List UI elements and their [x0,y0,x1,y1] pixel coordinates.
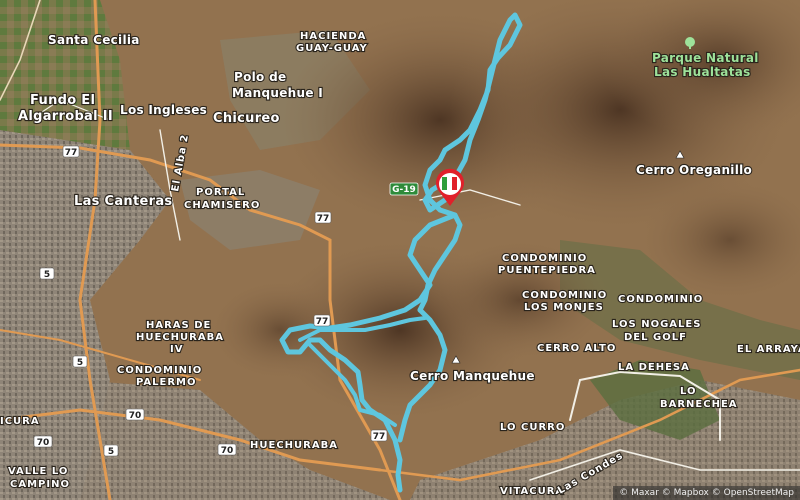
label-haras-de: HARAS DE [146,320,211,331]
label-manquehue-i: Manquehue I [232,86,323,100]
label-lo-barnechea-1: LO [680,386,697,397]
label-la-dehesa: LA DEHESA [618,362,690,373]
label-huechuraba: HUECHURABA [250,440,338,451]
label-hacienda: HACIENDA [300,31,366,42]
highway-shield-g19: G-19 [389,182,419,196]
label-vitacura: VITACURA [500,486,564,497]
label-valle-lo: VALLE LO [8,466,68,477]
svg-text:70: 70 [37,438,50,448]
svg-text:77: 77 [316,317,329,327]
label-chamisero: CHAMISERO [184,200,260,211]
label-lo-curro: LO CURRO [500,422,565,433]
label-condominio-los-nogales-1: CONDOMINIO [618,294,703,305]
svg-text:77: 77 [317,214,330,224]
highway-shield-77: 77 [313,314,331,327]
label-condominio-palermo-1: CONDOMINIO [117,365,202,376]
map-attribution[interactable]: © Maxar © Mapbox © OpenStreetMap [613,486,800,500]
label-chicureo: Chicureo [213,111,280,126]
label-icura: ICURA [0,416,40,427]
label-santa-cecilia: Santa Cecilia [48,33,140,47]
label-las-canteras: Las Canteras [74,194,172,209]
svg-text:5: 5 [44,270,50,280]
label-huechuraba-iv-1: HUECHURABA [136,332,224,343]
svg-text:G-19: G-19 [392,185,416,195]
highway-shield-70: 70 [217,443,237,456]
label-parque-natural: Parque Natural [652,51,759,65]
label-campino: CAMPINO [10,479,70,490]
svg-text:5: 5 [108,447,114,457]
highway-shield-77: 77 [62,145,80,158]
highway-shield-77: 77 [370,429,388,442]
label-palermo: PALERMO [136,377,197,388]
label-portal: PORTAL [196,187,245,198]
map-canvas[interactable]: 77 77 77 77 5 5 5 70 70 70 G-19 Santa Ce… [0,0,800,500]
highway-shield-5: 5 [39,267,55,280]
label-del-golf: DEL GOLF [624,332,687,343]
label-el-arrayan: EL ARRAYÁN [737,342,800,355]
label-las-hualtatas: Las Hualtatas [654,65,751,79]
svg-text:70: 70 [221,446,234,456]
label-puentepiedra: PUENTEPIEDRA [498,265,596,276]
label-polo-de: Polo de [234,70,286,84]
svg-text:70: 70 [129,411,142,421]
svg-text:5: 5 [77,358,83,368]
highway-shield-70: 70 [125,408,145,421]
label-condominio-puentepiedra-1: CONDOMINIO [502,253,587,264]
highway-shield-5: 5 [103,444,119,457]
label-condominio-los-monjes-1: CONDOMINIO [522,290,607,301]
label-los-nogales: LOS NOGALES [612,319,701,330]
label-lo-barnechea-2: BARNECHEA [660,399,738,410]
label-fundo-el: Fundo El [30,93,95,108]
highway-shield-70: 70 [33,435,53,448]
svg-text:77: 77 [65,148,78,158]
label-los-ingleses: Los Ingleses [120,103,207,117]
label-cerro-manquehue: Cerro Manquehue [410,369,535,383]
label-guay-guay: GUAY-GUAY [296,43,368,54]
label-huechuraba-iv-2: IV [170,344,183,355]
label-los-monjes: LOS MONJES [524,302,604,313]
label-cerro-alto: CERRO ALTO [537,343,616,354]
label-cerro-oreganillo: Cerro Oreganillo [636,163,752,177]
svg-text:77: 77 [373,432,386,442]
highway-shield-5: 5 [72,355,88,368]
label-algarrobal-ii: Algarrobal II [18,109,113,124]
highway-shield-77: 77 [314,211,332,224]
